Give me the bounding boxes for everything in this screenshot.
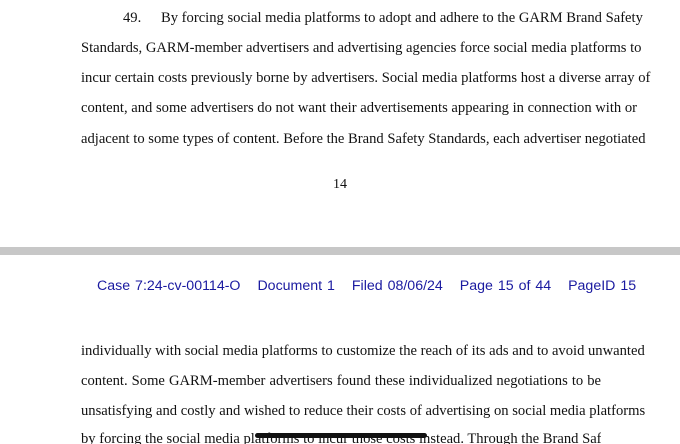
body-text-line: content, and some advertisers do not wan… (81, 100, 638, 116)
document-viewer[interactable]: { "page_top": { "paragraph_number": "49.… (0, 0, 680, 444)
document-page-14: 49. By forcing social media platforms to… (0, 0, 680, 247)
body-text-line: By forcing social media platforms to ado… (161, 10, 643, 26)
body-text-line: incur certain costs previously borne by … (81, 70, 651, 86)
case-number: Case 7:24-cv-00114-O (97, 278, 241, 294)
filed-date: Filed 08/06/24 (351, 278, 443, 294)
case-header: Case 7:24-cv-00114-O Document 1 Filed 08… (97, 277, 636, 295)
document-number: Document 1 (257, 278, 335, 294)
page-id: PageID 15 (568, 278, 637, 294)
body-text-line: unsatisfying and costly and wished to re… (81, 403, 646, 419)
body-text-line: content. Some GARM-member advertisers fo… (81, 373, 601, 389)
scroll-indicator[interactable] (255, 433, 427, 438)
page-separator (0, 247, 680, 255)
page-count: Page 15 of 44 (459, 278, 552, 294)
body-text-line: adjacent to some types of content. Befor… (81, 131, 646, 147)
page-number: 14 (333, 177, 347, 192)
paragraph-number: 49. (123, 10, 142, 26)
body-text-line: Standards, GARM-member advertisers and a… (81, 40, 642, 56)
body-text-line: individually with social media platforms… (81, 343, 645, 359)
